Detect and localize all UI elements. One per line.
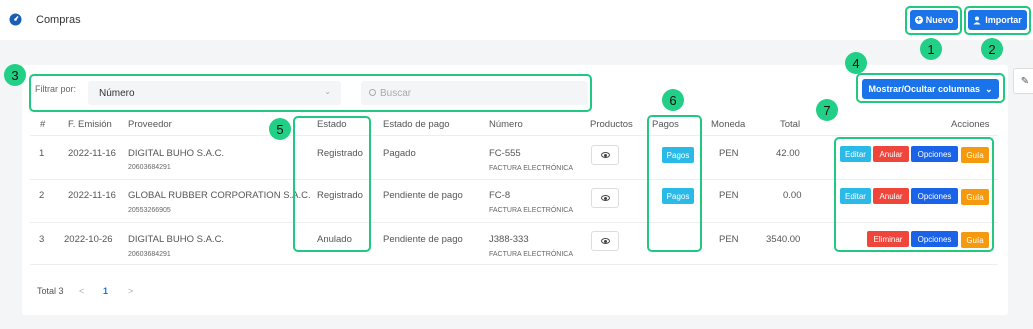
header-actions: Acciones bbox=[951, 119, 990, 130]
row-index: 1 bbox=[39, 148, 45, 159]
view-products-button[interactable] bbox=[591, 231, 619, 251]
row-doc-type: FACTURA ELECTRÓNICA bbox=[489, 251, 574, 258]
header-provider: Proveedor bbox=[128, 119, 172, 130]
row-currency: PEN bbox=[719, 148, 739, 159]
eye-icon bbox=[600, 238, 610, 244]
row-index: 2 bbox=[39, 190, 45, 201]
annotation-badge-1: 1 bbox=[920, 38, 942, 60]
row-provider: DIGITAL BUHO S.A.C. bbox=[128, 148, 225, 159]
header-payment-status: Estado de pago bbox=[383, 119, 450, 130]
row-currency: PEN bbox=[719, 190, 739, 201]
row-doc-type: FACTURA ELECTRÓNICA bbox=[489, 165, 574, 172]
row-date: 2022-11-16 bbox=[68, 190, 116, 201]
row-number: FC-8 bbox=[489, 190, 511, 201]
annotation-box-7 bbox=[834, 137, 994, 252]
row-payment-status: Pagado bbox=[383, 148, 416, 159]
annotation-badge-3: 3 bbox=[4, 64, 26, 86]
dashboard-gauge-icon bbox=[9, 13, 22, 26]
settings-button[interactable]: ✎ bbox=[1013, 68, 1033, 94]
annotation-box-4 bbox=[856, 73, 1005, 103]
row-doc-type: FACTURA ELECTRÓNICA bbox=[489, 207, 574, 214]
row-total: 0.00 bbox=[783, 190, 802, 201]
view-products-button[interactable] bbox=[591, 188, 619, 208]
annotation-badge-2: 2 bbox=[981, 38, 1003, 60]
annotation-box-1 bbox=[905, 6, 962, 35]
header-number: Número bbox=[489, 119, 523, 130]
header-date: F. Emisión bbox=[68, 119, 112, 130]
eye-icon bbox=[600, 195, 610, 201]
row-date: 2022-10-26 bbox=[64, 234, 113, 245]
annotation-badge-4: 4 bbox=[845, 52, 867, 74]
eye-icon bbox=[600, 152, 610, 158]
row-payment-status: Pendiente de pago bbox=[383, 234, 463, 245]
page-1-button[interactable]: 1 bbox=[103, 286, 108, 296]
row-total: 3540.00 bbox=[766, 234, 801, 245]
row-payment-status: Pendiente de pago bbox=[383, 190, 463, 201]
row-currency: PEN bbox=[719, 234, 739, 245]
paint-brush-icon: ✎ bbox=[1020, 75, 1030, 87]
header-currency: Moneda bbox=[711, 119, 746, 130]
row-ruc: 20603684291 bbox=[128, 164, 171, 171]
annotation-badge-7: 7 bbox=[816, 99, 838, 121]
row-number: FC-555 bbox=[489, 148, 521, 159]
row-date: 2022-11-16 bbox=[68, 148, 116, 159]
prev-page-button[interactable]: < bbox=[79, 286, 84, 296]
annotation-badge-5: 5 bbox=[269, 118, 291, 140]
divider bbox=[30, 264, 998, 265]
total-count: Total 3 bbox=[37, 286, 64, 296]
row-provider: GLOBAL RUBBER CORPORATION S.A.C. bbox=[128, 190, 311, 201]
header-total: Total bbox=[780, 119, 801, 130]
next-page-button[interactable]: > bbox=[128, 286, 133, 296]
row-number: J388-333 bbox=[489, 234, 529, 245]
annotation-box-5 bbox=[293, 116, 371, 252]
row-total: 42.00 bbox=[776, 148, 800, 159]
row-index: 3 bbox=[39, 234, 45, 245]
top-bar: Compras bbox=[0, 0, 1033, 40]
row-provider: DIGITAL BUHO S.A.C. bbox=[128, 234, 225, 245]
annotation-box-3 bbox=[29, 74, 592, 112]
annotation-box-6 bbox=[647, 115, 702, 252]
annotation-box-2 bbox=[964, 6, 1031, 35]
header-products: Productos bbox=[590, 119, 633, 130]
breadcrumb[interactable]: Compras bbox=[36, 14, 81, 26]
header-index: # bbox=[40, 119, 46, 130]
row-ruc: 20553266905 bbox=[128, 207, 171, 214]
row-ruc: 20603684291 bbox=[128, 251, 171, 258]
annotation-badge-6: 6 bbox=[662, 89, 684, 111]
view-products-button[interactable] bbox=[591, 145, 619, 165]
divider bbox=[30, 135, 998, 136]
